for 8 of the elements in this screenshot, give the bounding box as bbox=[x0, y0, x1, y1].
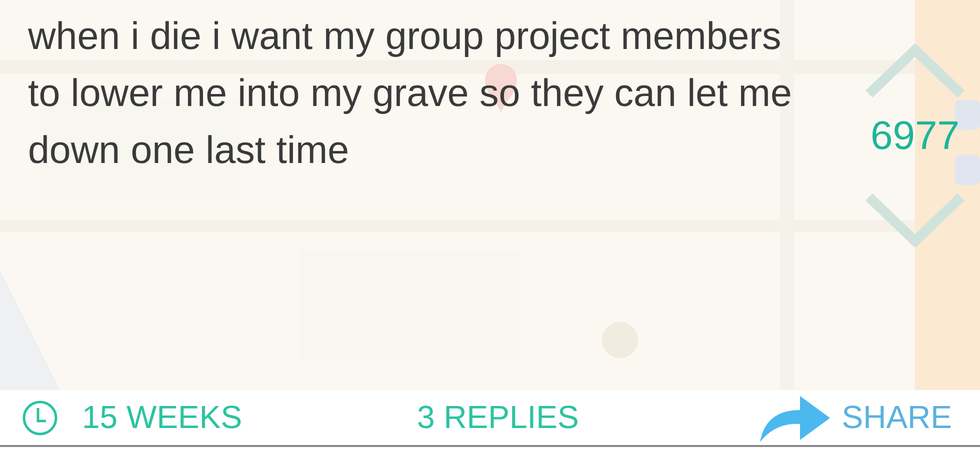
replies-link[interactable]: 3 REPLIES bbox=[417, 399, 579, 435]
downvote-chevron-icon[interactable] bbox=[863, 191, 967, 247]
vote-score: 6977 bbox=[870, 114, 960, 159]
clock-icon bbox=[22, 400, 58, 436]
upvote-chevron-icon[interactable] bbox=[863, 44, 967, 100]
post-age: 15 WEEKS bbox=[82, 399, 242, 436]
post-text: when i die i want my group project members to lower me into my grave so they can let me down one last time bbox=[28, 14, 793, 174]
share-button[interactable]: SHARE bbox=[842, 399, 952, 436]
